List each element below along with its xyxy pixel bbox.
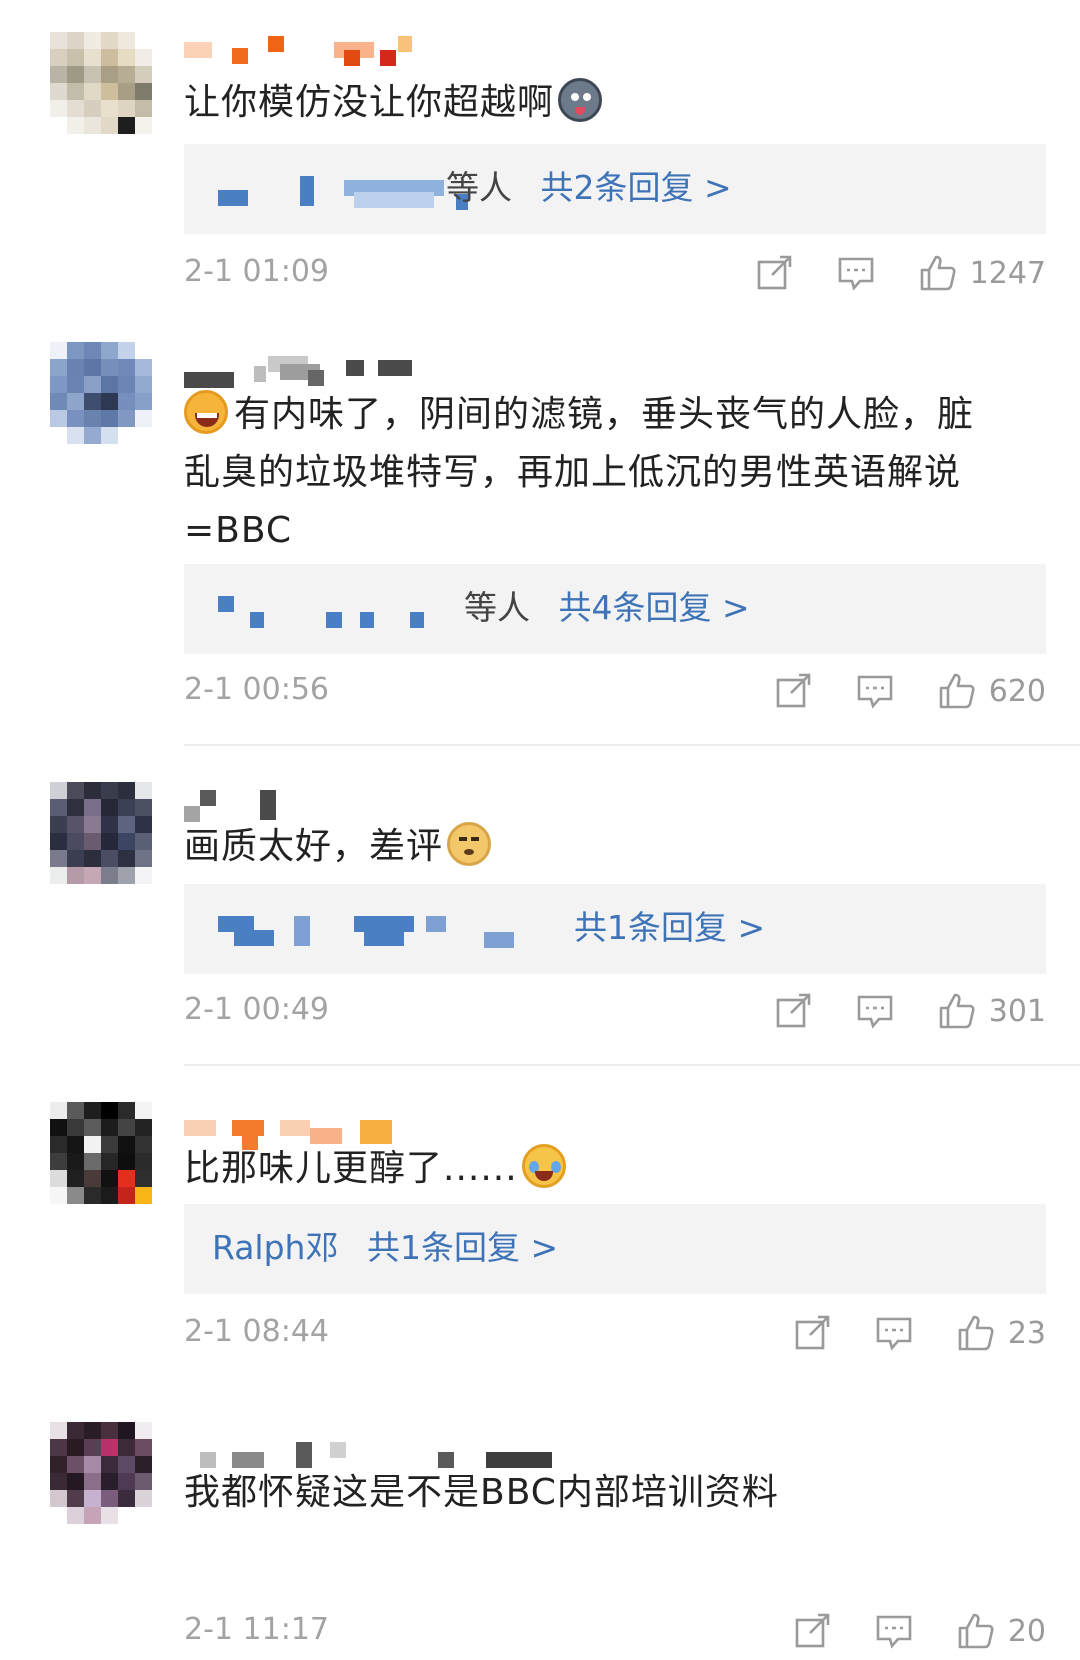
timestamp: 2-1 00:49 — [184, 992, 329, 1027]
divider — [184, 1064, 1080, 1066]
share-icon — [795, 1315, 830, 1350]
share-button[interactable] — [754, 253, 794, 293]
timestamp: 2-1 11:17 — [184, 1612, 329, 1647]
avatar[interactable] — [50, 1102, 152, 1204]
divider — [184, 744, 1080, 746]
comment-button[interactable] — [874, 1611, 914, 1651]
share-icon — [795, 1613, 830, 1648]
comment-button[interactable] — [855, 671, 895, 711]
like-count: 1247 — [969, 255, 1046, 291]
avatar[interactable] — [50, 32, 152, 134]
like-count: 23 — [1007, 1315, 1046, 1351]
share-button[interactable] — [773, 671, 813, 711]
reply-count-link[interactable]: 共2条回复 > — [541, 168, 732, 207]
avatar[interactable] — [50, 342, 152, 444]
comment-text: 我都怀疑这是不是BBC内部培训资料 — [184, 1472, 779, 1513]
comment-button[interactable] — [855, 991, 895, 1031]
like-count: 620 — [988, 673, 1046, 709]
thumbs-up-icon — [939, 993, 975, 1029]
avatar[interactable] — [50, 1422, 152, 1524]
like-button[interactable]: 301 — [937, 991, 1046, 1031]
doge-emoji-icon — [447, 822, 492, 866]
like-button[interactable]: 20 — [956, 1611, 1046, 1651]
comment-icon — [876, 1615, 912, 1649]
share-icon — [776, 673, 811, 708]
share-button[interactable] — [792, 1313, 832, 1353]
reply-preview[interactable]: 等人 共4条回复 > — [184, 564, 1046, 654]
comment-icon — [838, 257, 873, 291]
comment-button[interactable] — [836, 253, 876, 293]
reply-who: 等人 — [464, 588, 530, 627]
reply-count-link[interactable]: 共4条回复 > — [559, 588, 750, 627]
reply-preview[interactable]: 等人 共2条回复 > — [184, 144, 1046, 234]
username-blurred[interactable] — [184, 36, 444, 66]
comment-icon — [857, 675, 893, 709]
comment-button[interactable] — [874, 1313, 914, 1353]
thumbs-up-icon — [958, 1315, 994, 1351]
username-blurred[interactable] — [184, 356, 444, 388]
username-blurred[interactable] — [184, 790, 444, 822]
reply-who: 等人 — [446, 168, 512, 207]
like-button[interactable]: 1247 — [918, 253, 1046, 293]
thumbs-up-icon — [939, 673, 975, 709]
reply-count-link[interactable]: 共1条回复 > — [367, 1228, 558, 1267]
comment-text: 画质太好，差评 — [184, 818, 1044, 876]
like-count: 301 — [988, 993, 1046, 1029]
share-button[interactable] — [792, 1611, 832, 1651]
comment-text: 让你模仿没让你超越啊 — [184, 74, 1044, 132]
timestamp: 2-1 08:44 — [184, 1314, 329, 1349]
thumbs-up-icon — [958, 1613, 994, 1649]
share-button[interactable] — [773, 991, 813, 1031]
avatar[interactable] — [50, 782, 152, 884]
reply-preview[interactable]: 共1条回复 > — [184, 884, 1046, 974]
reply-preview[interactable]: Ralph邓 共1条回复 > — [184, 1204, 1046, 1294]
timestamp: 2-1 01:09 — [184, 254, 329, 289]
husky-emoji-icon — [558, 78, 603, 122]
comment-text: 有内味了，阴间的滤镜，垂头丧气的人脸，脏乱臭的垃圾堆特写，再加上低沉的男性英语解… — [184, 386, 1004, 560]
thumbs-up-icon — [920, 255, 956, 291]
comment-icon — [857, 995, 893, 1029]
comment-text: 比那味儿更醇了...... — [184, 1140, 1044, 1198]
share-icon — [776, 993, 811, 1028]
reply-user-link[interactable]: Ralph邓 — [212, 1228, 338, 1267]
comment-icon — [876, 1317, 912, 1351]
share-icon — [757, 255, 791, 290]
like-button[interactable]: 620 — [937, 671, 1046, 711]
like-button[interactable]: 23 — [956, 1313, 1046, 1353]
reply-count-link[interactable]: 共1条回复 > — [574, 908, 765, 947]
crying-laughing-emoji-icon — [521, 1144, 566, 1188]
timestamp: 2-1 00:56 — [184, 672, 329, 707]
like-count: 20 — [1007, 1613, 1046, 1649]
laughing-emoji-icon — [184, 390, 228, 434]
